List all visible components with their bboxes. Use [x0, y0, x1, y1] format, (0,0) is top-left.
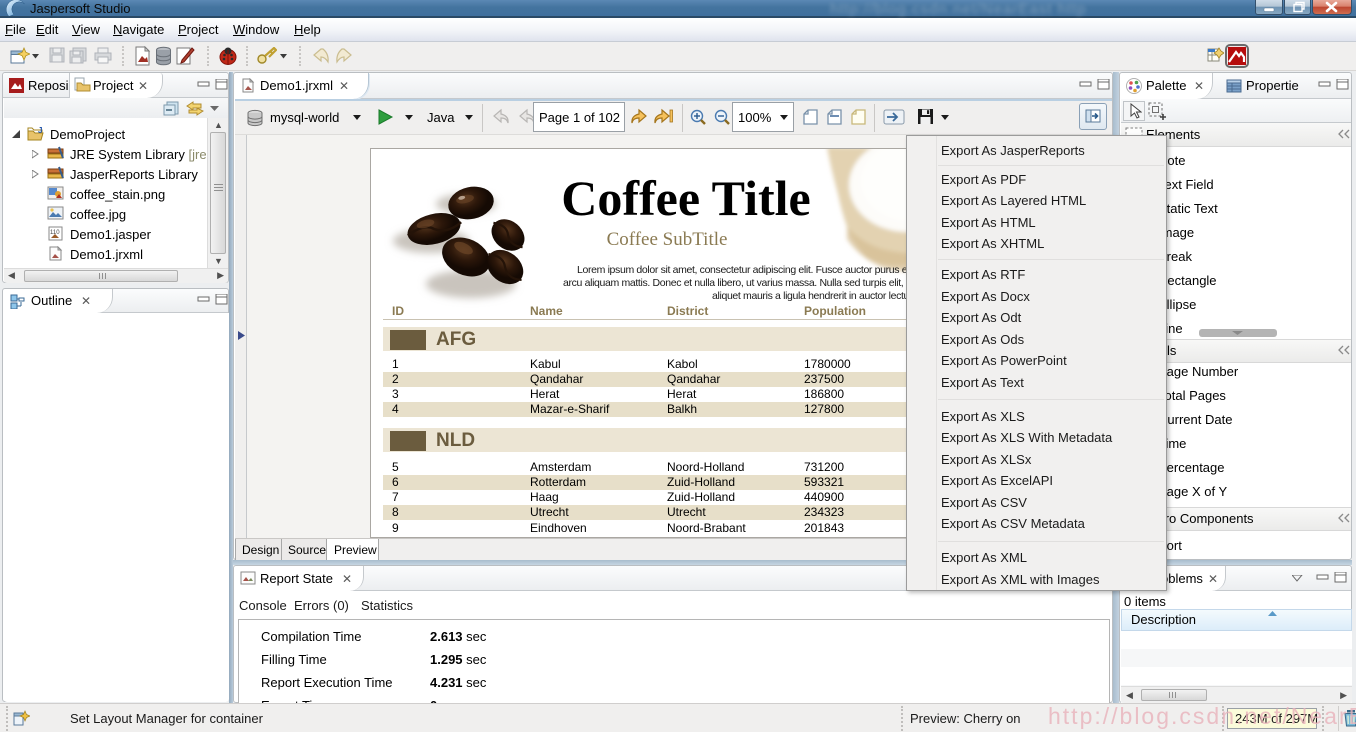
svg-text:J: J: [38, 126, 42, 135]
